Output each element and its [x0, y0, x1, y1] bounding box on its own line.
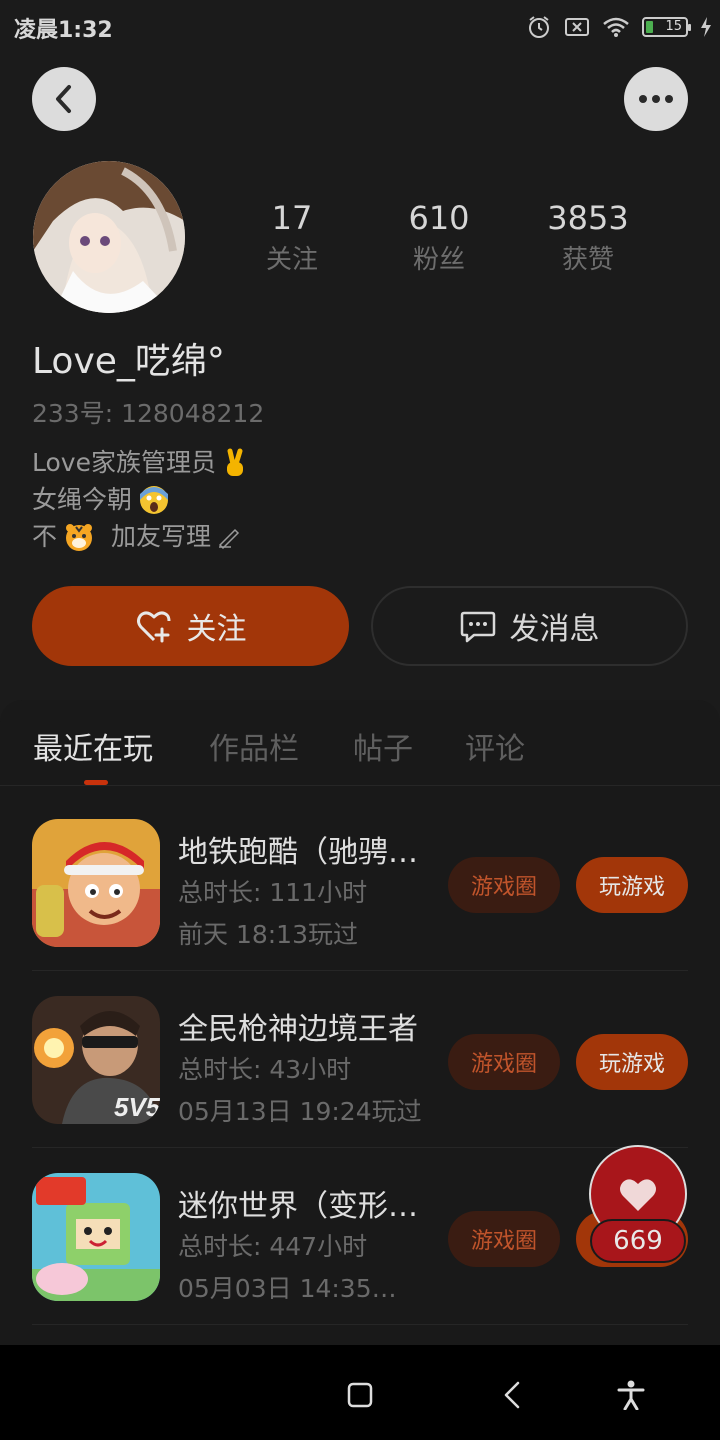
status-icons: 15 — [526, 12, 712, 42]
stat-fans[interactable]: 610 粉丝 — [384, 198, 494, 278]
recents-button[interactable] — [340, 1375, 380, 1415]
game-title: 地铁跑酷（驰骋… — [178, 835, 418, 870]
tab-indicator — [84, 780, 108, 785]
follow-button[interactable]: 关注 — [32, 586, 349, 666]
message-button[interactable]: 发消息 — [371, 586, 688, 666]
game-last-played: 05月13日 19:24玩过 — [178, 1097, 422, 1126]
status-bar: 凌晨1:32 15 — [0, 0, 720, 54]
bio-line-1-text: Love家族管理员 — [32, 448, 216, 477]
divider — [32, 1324, 688, 1325]
bio-line-3-a: 不 — [32, 522, 58, 551]
more-dots-icon — [639, 95, 673, 103]
like-count: 669 — [590, 1219, 686, 1263]
bio-line-3: 不 加友写理 — [32, 518, 248, 555]
stat-fans-label: 粉丝 — [412, 245, 465, 275]
stat-following[interactable]: 17 关注 — [237, 198, 347, 278]
accessibility-button[interactable] — [611, 1375, 651, 1415]
tab-recent-playing[interactable]: 最近在玩 — [33, 724, 153, 768]
tab-works[interactable]: 作品栏 — [209, 724, 299, 768]
bio-line-2-text: 女绳今朝 — [32, 485, 133, 514]
user-id: 233号: 128048212 — [32, 399, 265, 428]
heart-icon — [620, 1179, 656, 1211]
victory-hand-icon — [226, 448, 243, 476]
game-icon-subway-surfers[interactable] — [32, 819, 160, 947]
stat-likes-label: 获赞 — [561, 245, 614, 275]
game-duration: 总时长: 43小时 — [178, 1055, 352, 1084]
tab-posts[interactable]: 帖子 — [353, 724, 413, 768]
tab-bar: 最近在玩 作品栏 帖子 评论 — [0, 700, 720, 786]
message-button-label: 发消息 — [509, 612, 600, 647]
tab-comments[interactable]: 评论 — [465, 724, 525, 768]
game-last-played: 05月03日 14:35… — [178, 1274, 397, 1303]
game-circle-button[interactable]: 游戏圈 — [448, 1034, 560, 1090]
wifi-icon — [603, 17, 629, 37]
battery-icon: 15 — [642, 17, 691, 37]
username: Love_呓绵° — [32, 341, 225, 382]
game-row[interactable]: 5V5 全民枪神边境王者 总时长: 43小时 05月13日 19:24玩过 游戏… — [32, 972, 688, 1148]
divider — [32, 970, 688, 971]
play-game-button[interactable]: 玩游戏 — [576, 857, 688, 913]
chat-bubble-icon — [460, 611, 495, 643]
follow-button-label: 关注 — [186, 612, 247, 647]
divider — [32, 1147, 688, 1148]
more-button[interactable] — [624, 67, 688, 131]
tiger-face-icon — [66, 523, 93, 551]
navigation-bar — [0, 1345, 720, 1440]
bio: Love家族管理员 女绳今朝 不 加友写理 — [32, 444, 248, 555]
bio-line-2: 女绳今朝 — [32, 481, 248, 518]
game-circle-button[interactable]: 游戏圈 — [448, 857, 560, 913]
alarm-icon — [529, 16, 549, 38]
chevron-left-icon — [56, 85, 71, 113]
bio-line-3-b: 加友写理 — [111, 522, 212, 551]
play-game-button[interactable]: 玩游戏 — [576, 1034, 688, 1090]
game-icon-mini-world[interactable] — [32, 1173, 160, 1301]
game-title: 迷你世界（变形… — [178, 1189, 418, 1224]
game-icon-gun-god[interactable]: 5V5 — [32, 996, 160, 1124]
heart-plus-icon — [136, 611, 170, 643]
game-duration: 总时长: 111小时 — [178, 878, 368, 907]
game-circle-button[interactable]: 游戏圈 — [448, 1211, 560, 1267]
charging-icon — [701, 17, 711, 37]
triangle-back-icon — [504, 1381, 520, 1409]
game-row[interactable]: 地铁跑酷（驰骋… 总时长: 111小时 前天 18:13玩过 游戏圈 玩游戏 — [32, 795, 688, 971]
stat-following-value: 17 — [271, 199, 313, 237]
battery-level: 15 — [665, 19, 682, 34]
svg-text:5V5: 5V5 — [114, 1092, 160, 1122]
screaming-face-icon — [140, 485, 169, 514]
bio-line-1: Love家族管理员 — [32, 444, 248, 481]
status-time: 凌晨1:32 — [14, 18, 113, 43]
game-last-played: 前天 18:13玩过 — [178, 920, 358, 949]
writing-hand-icon — [218, 528, 240, 549]
back-button[interactable] — [32, 67, 96, 131]
square-icon — [347, 1382, 373, 1408]
avatar[interactable] — [33, 161, 185, 313]
accessibility-icon — [617, 1380, 645, 1410]
game-title: 全民枪神边境王者 — [178, 1012, 418, 1047]
sim-none-icon — [565, 18, 589, 36]
game-duration: 总时长: 447小时 — [178, 1232, 368, 1261]
stat-following-label: 关注 — [265, 245, 318, 275]
stat-likes-value: 3853 — [547, 199, 629, 237]
back-nav-button[interactable] — [492, 1375, 532, 1415]
stat-fans-value: 610 — [408, 199, 470, 237]
stat-likes[interactable]: 3853 获赞 — [533, 198, 643, 278]
